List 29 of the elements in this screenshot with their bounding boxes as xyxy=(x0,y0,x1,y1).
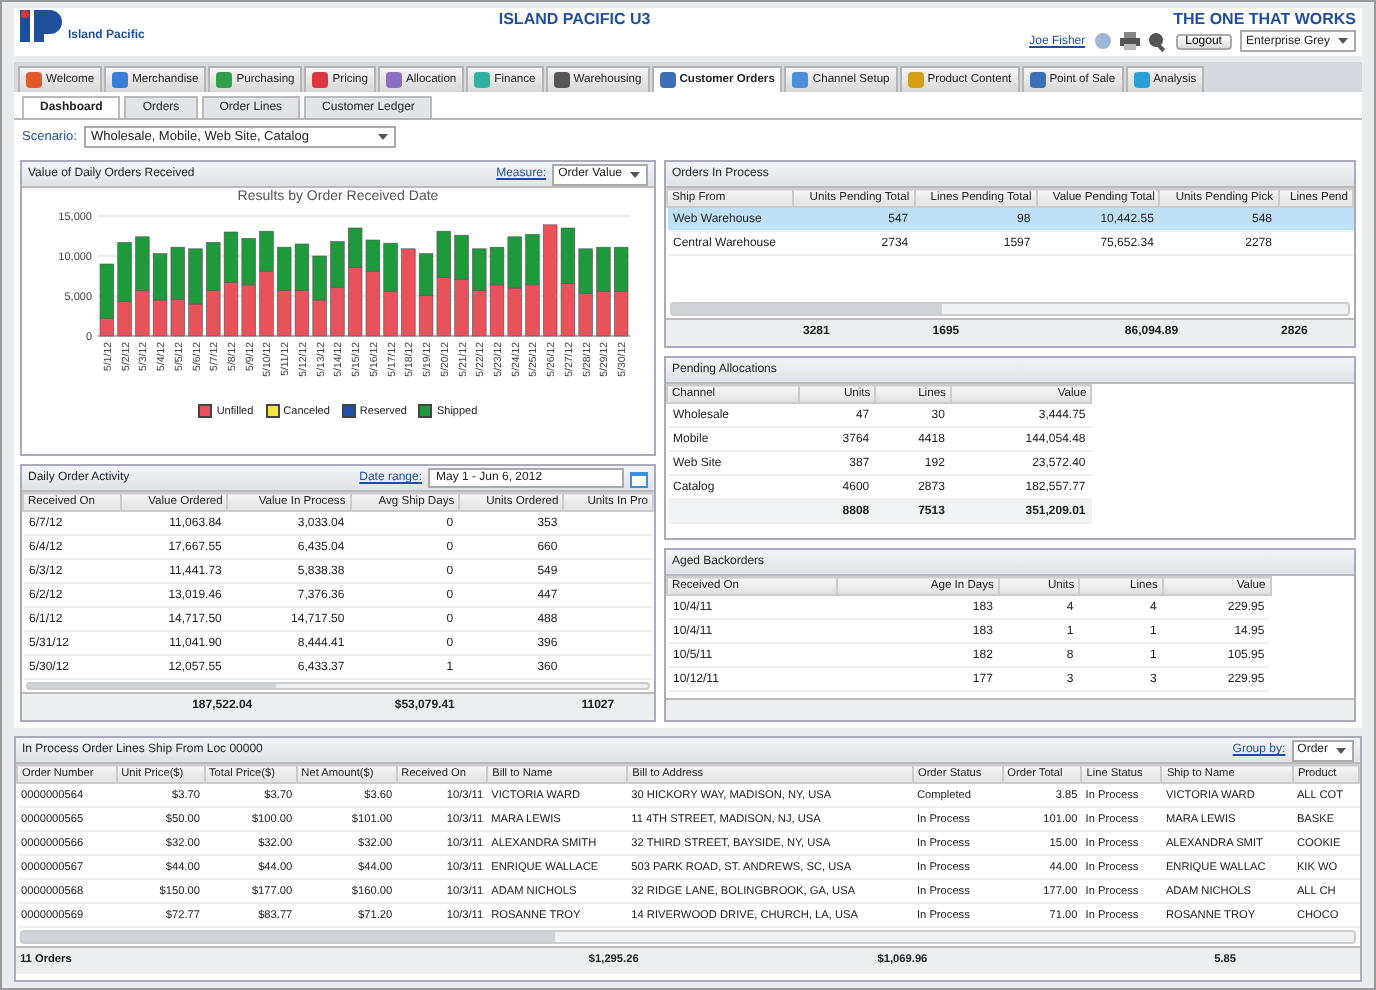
module-icon xyxy=(26,72,42,88)
module-icon xyxy=(1029,72,1046,88)
module-icon xyxy=(312,72,329,88)
tagline: THE ONE THAT WORKS xyxy=(1173,10,1356,28)
module-icon xyxy=(112,72,129,88)
legend-swatch xyxy=(198,404,213,418)
module-icon xyxy=(792,72,809,88)
module-icon xyxy=(386,72,403,88)
legend-swatch xyxy=(265,404,280,418)
module-icon xyxy=(907,72,924,88)
calendar-icon[interactable] xyxy=(630,469,648,487)
module-icon xyxy=(553,72,570,88)
module-icon xyxy=(1133,72,1150,88)
module-icon xyxy=(474,72,491,88)
scrollbar[interactable] xyxy=(26,682,650,690)
print-icon[interactable] xyxy=(1119,32,1140,50)
legend-swatch xyxy=(418,404,433,418)
legend-swatch xyxy=(341,404,356,418)
help-icon[interactable] xyxy=(1093,32,1112,50)
caret-icon xyxy=(1336,34,1350,48)
module-icon xyxy=(216,72,233,88)
caret-icon xyxy=(376,130,391,144)
logo-icon xyxy=(20,10,64,42)
module-icon xyxy=(659,72,676,88)
scrollbar[interactable] xyxy=(670,302,1350,316)
caret-icon xyxy=(1334,743,1348,757)
caret-icon xyxy=(628,167,642,181)
app-title: ISLAND PACIFIC U3 xyxy=(496,10,653,28)
scrollbar[interactable] xyxy=(20,930,1356,944)
